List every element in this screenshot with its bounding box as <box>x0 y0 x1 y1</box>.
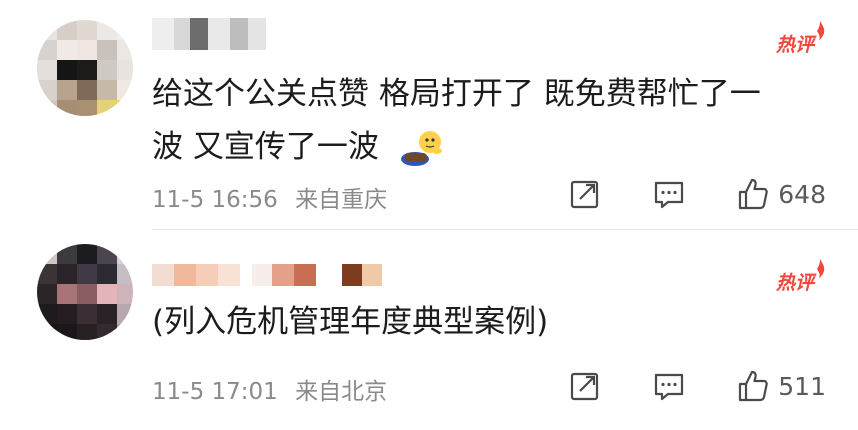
comment-actions: 511 <box>568 368 826 404</box>
hot-comment-label: 热评 <box>775 272 814 294</box>
like-count: 648 <box>778 179 826 209</box>
comment-timestamp: 11-5 17:01 <box>152 379 278 405</box>
username-blurred[interactable] <box>152 264 392 286</box>
reply-icon[interactable] <box>652 369 686 403</box>
reply-icon[interactable] <box>652 177 686 211</box>
comment-timestamp: 11-5 16:56 <box>152 187 278 213</box>
flame-icon <box>817 21 825 41</box>
comment-item: 热评 (列入危机管理年度典型案例) 11-5 17:01 来自北京 511 <box>0 232 858 430</box>
like-icon[interactable] <box>736 369 770 403</box>
like-icon[interactable] <box>736 177 770 211</box>
comment-divider <box>152 229 858 230</box>
share-icon[interactable] <box>568 177 602 211</box>
comment-text-line: 波 又宣传了一波 <box>152 121 822 174</box>
comment-text: 给这个公关点赞 格局打开了 既免费帮忙了一 波 又宣传了一波 <box>152 68 822 174</box>
share-icon[interactable] <box>568 369 602 403</box>
hot-comment-badge: 热评 <box>775 259 825 295</box>
comment-meta: 11-5 16:56 来自重庆 <box>152 180 397 214</box>
comment-text-line2: 波 又宣传了一波 <box>152 129 379 165</box>
comment-item: 热评 给这个公关点赞 格局打开了 既免费帮忙了一 波 又宣传了一波 11-5 1… <box>0 0 858 228</box>
like-count: 511 <box>778 371 826 401</box>
username-blurred[interactable] <box>152 18 272 50</box>
comment-meta: 11-5 17:01 来自北京 <box>152 372 397 406</box>
comment-actions: 648 <box>568 176 826 212</box>
comment-location: 来自重庆 <box>295 187 388 213</box>
comment-text-line: (列入危机管理年度典型案例) <box>152 304 549 340</box>
avatar[interactable] <box>37 244 133 340</box>
avatar[interactable] <box>37 20 133 116</box>
hot-comment-label: 热评 <box>775 34 814 56</box>
doge-lying-emoji <box>400 130 442 166</box>
hot-comment-badge: 热评 <box>775 21 825 57</box>
flame-icon <box>817 259 825 279</box>
comment-text-line: 给这个公关点赞 格局打开了 既免费帮忙了一 <box>152 76 761 112</box>
comment-location: 来自北京 <box>295 379 388 405</box>
comment-text: (列入危机管理年度典型案例) <box>152 296 822 349</box>
